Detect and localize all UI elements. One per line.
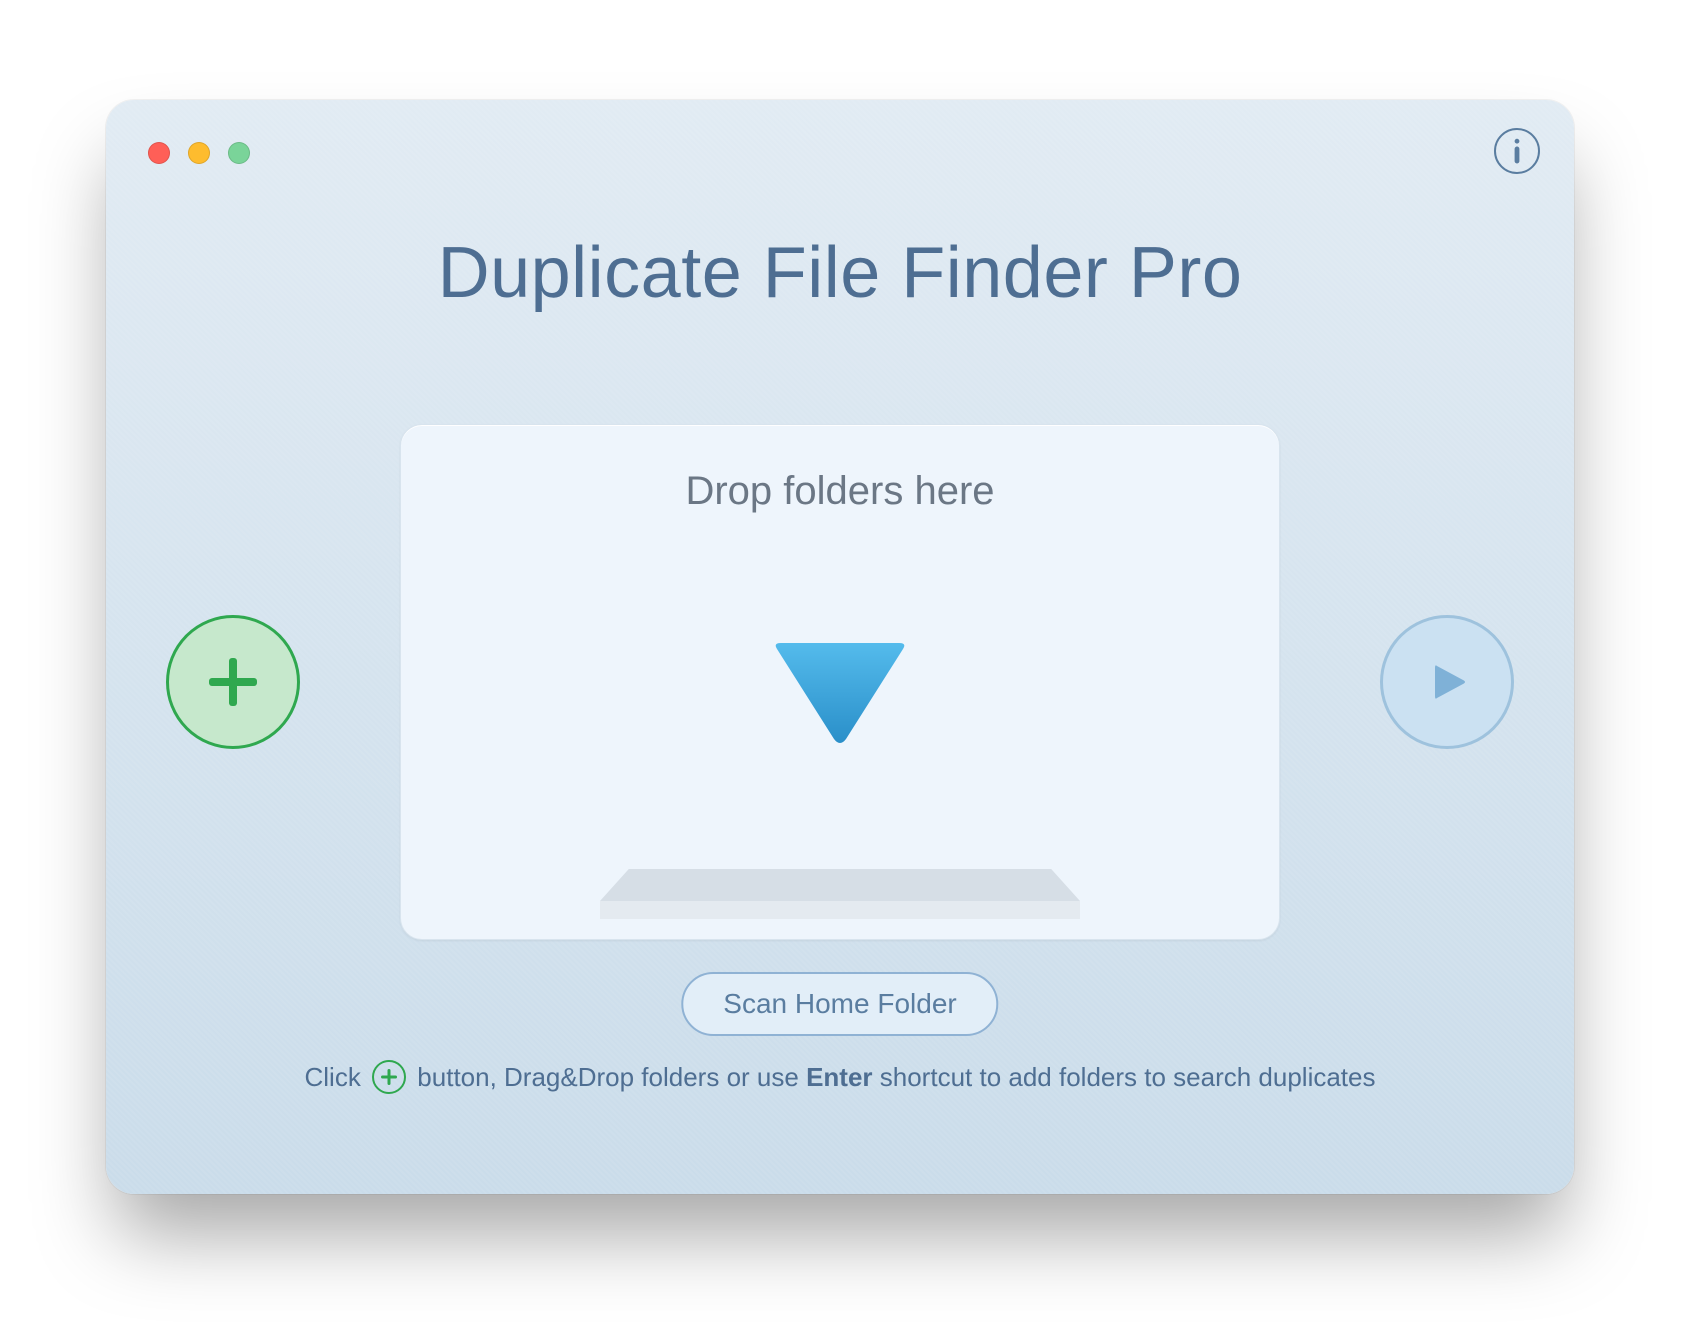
hint-plus-icon: [372, 1060, 406, 1094]
drop-arrow: [765, 639, 915, 749]
drop-zone[interactable]: Drop folders here: [400, 424, 1280, 940]
scan-home-folder-button[interactable]: Scan Home Folder: [681, 972, 998, 1036]
chevron-down-icon: [765, 639, 915, 749]
plus-icon: [380, 1068, 398, 1086]
hint-text: Click button, Drag&Drop folders or use E…: [106, 1062, 1574, 1096]
drop-zone-label: Drop folders here: [401, 469, 1279, 514]
info-icon: [1511, 138, 1523, 164]
start-scan-button[interactable]: [1380, 615, 1514, 749]
app-window: Duplicate File Finder Pro Drop folders h…: [106, 100, 1574, 1194]
play-icon: [1425, 660, 1469, 704]
hint-part2: button, Drag&Drop folders or use: [417, 1062, 806, 1092]
hint-part3: shortcut to add folders to search duplic…: [880, 1062, 1376, 1092]
drop-platform: [600, 869, 1080, 919]
info-button[interactable]: [1494, 128, 1540, 174]
hint-part1: Click: [305, 1062, 369, 1092]
app-title: Duplicate File Finder Pro: [106, 232, 1574, 314]
window-controls: [148, 142, 250, 164]
plus-icon: [207, 656, 259, 708]
close-window-button[interactable]: [148, 142, 170, 164]
add-folder-button[interactable]: [166, 615, 300, 749]
main-row: Drop folders here: [106, 424, 1574, 940]
hint-shortcut: Enter: [806, 1062, 872, 1092]
scan-button-label: Scan Home Folder: [723, 988, 956, 1019]
zoom-window-button[interactable]: [228, 142, 250, 164]
minimize-window-button[interactable]: [188, 142, 210, 164]
